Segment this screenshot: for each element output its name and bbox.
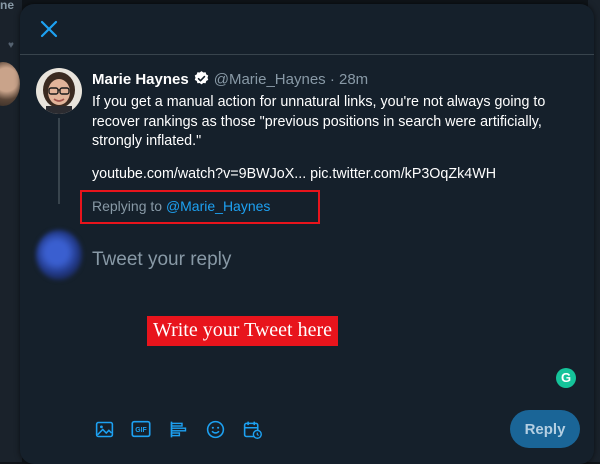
reply-modal: Marie Haynes @Marie_Haynes · 28m If you g… [20,4,594,464]
annotation-label: Write your Tweet here [147,316,339,346]
gif-icon[interactable]: GIF [129,417,153,441]
tweet-time[interactable]: 28m [339,71,368,88]
tweet-header: Marie Haynes @Marie_Haynes · 28m [92,70,368,91]
author-avatar[interactable] [36,68,82,114]
author-name[interactable]: Marie Haynes [92,71,189,88]
thread-line [58,118,60,204]
image-icon[interactable] [92,417,116,441]
modal-header [20,4,594,55]
verified-badge-icon [193,70,210,91]
highlight-box [80,190,320,224]
gif-icon-label: GIF [135,427,146,434]
emoji-icon[interactable] [203,417,227,441]
reply-input[interactable] [92,246,572,274]
separator-dot: · [329,71,335,88]
reply-button[interactable]: Reply [510,410,580,448]
close-icon[interactable] [38,18,60,40]
tweet-links[interactable]: youtube.com/watch?v=9BWJoX... pic.twitte… [92,166,496,182]
user-avatar [36,230,82,280]
grammarly-icon[interactable]: G [556,368,576,388]
schedule-icon[interactable] [240,417,264,441]
background-heart-icon: ♥ [8,40,14,51]
background-title-fragment: ne [0,0,15,12]
compose-toolbar: GIF [92,416,264,442]
tweet-text: If you get a manual action for unnatural… [92,94,546,149]
poll-icon[interactable] [166,417,190,441]
author-handle[interactable]: @Marie_Haynes [214,71,326,88]
